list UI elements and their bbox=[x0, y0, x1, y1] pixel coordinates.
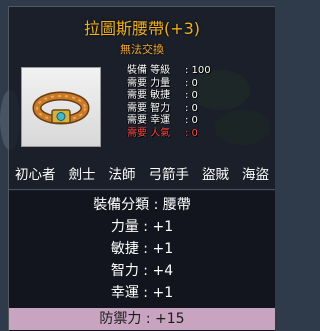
job-bowman: 弓箭手 bbox=[148, 167, 190, 183]
stat-category: 裝備分類 : 腰帶 bbox=[93, 197, 191, 213]
trade-status: 無法交換 bbox=[120, 43, 164, 56]
item-icon-frame bbox=[21, 67, 101, 147]
requirement-int: 需要 智力 : 0 bbox=[127, 102, 198, 114]
job-list: 初心者 劍士 法師 弓箭手 盜賊 海盜 bbox=[9, 163, 275, 187]
job-magician: 法師 bbox=[108, 167, 136, 183]
job-beginner: 初心者 bbox=[15, 167, 56, 183]
requirements-list: 裝備 等級 : 100 需要 力量 : 0 需要 敏捷 : 0 需要 智力 : … bbox=[127, 65, 267, 141]
item-tooltip: 拉圖斯腰帶(+3) 無法交換 裝備 等級 : 100 需要 力量 : 0 需要 … bbox=[8, 6, 275, 331]
requirement-str: 需要 力量 : 0 bbox=[127, 77, 198, 89]
stat-int: 智力 : +4 bbox=[110, 263, 174, 279]
stat-luk: 幸運 : +1 bbox=[110, 285, 174, 301]
divider bbox=[9, 189, 275, 190]
job-thief: 盜賊 bbox=[202, 167, 229, 183]
stat-block: 裝備分類 : 腰帶 力量 : +1 敏捷 : +1 智力 : +4 幸運 : +… bbox=[9, 191, 275, 331]
stat-dex: 敏捷 : +1 bbox=[110, 241, 174, 257]
requirement-level: 裝備 等級 : 100 bbox=[127, 65, 211, 76]
belt-icon bbox=[32, 91, 90, 125]
requirement-dex: 需要 敏捷 : 0 bbox=[127, 90, 198, 102]
item-name: 拉圖斯腰帶(+3) bbox=[83, 19, 201, 38]
requirement-fame: 需要 人氣 : 0 bbox=[127, 127, 198, 139]
requirement-luk: 需要 幸運 : 0 bbox=[127, 115, 198, 127]
job-pirate: 海盜 bbox=[242, 167, 269, 183]
job-warrior: 劍士 bbox=[68, 167, 96, 183]
stat-str: 力量 : +1 bbox=[110, 219, 174, 235]
stat-defense: 防禦力 : +15 bbox=[9, 308, 275, 330]
